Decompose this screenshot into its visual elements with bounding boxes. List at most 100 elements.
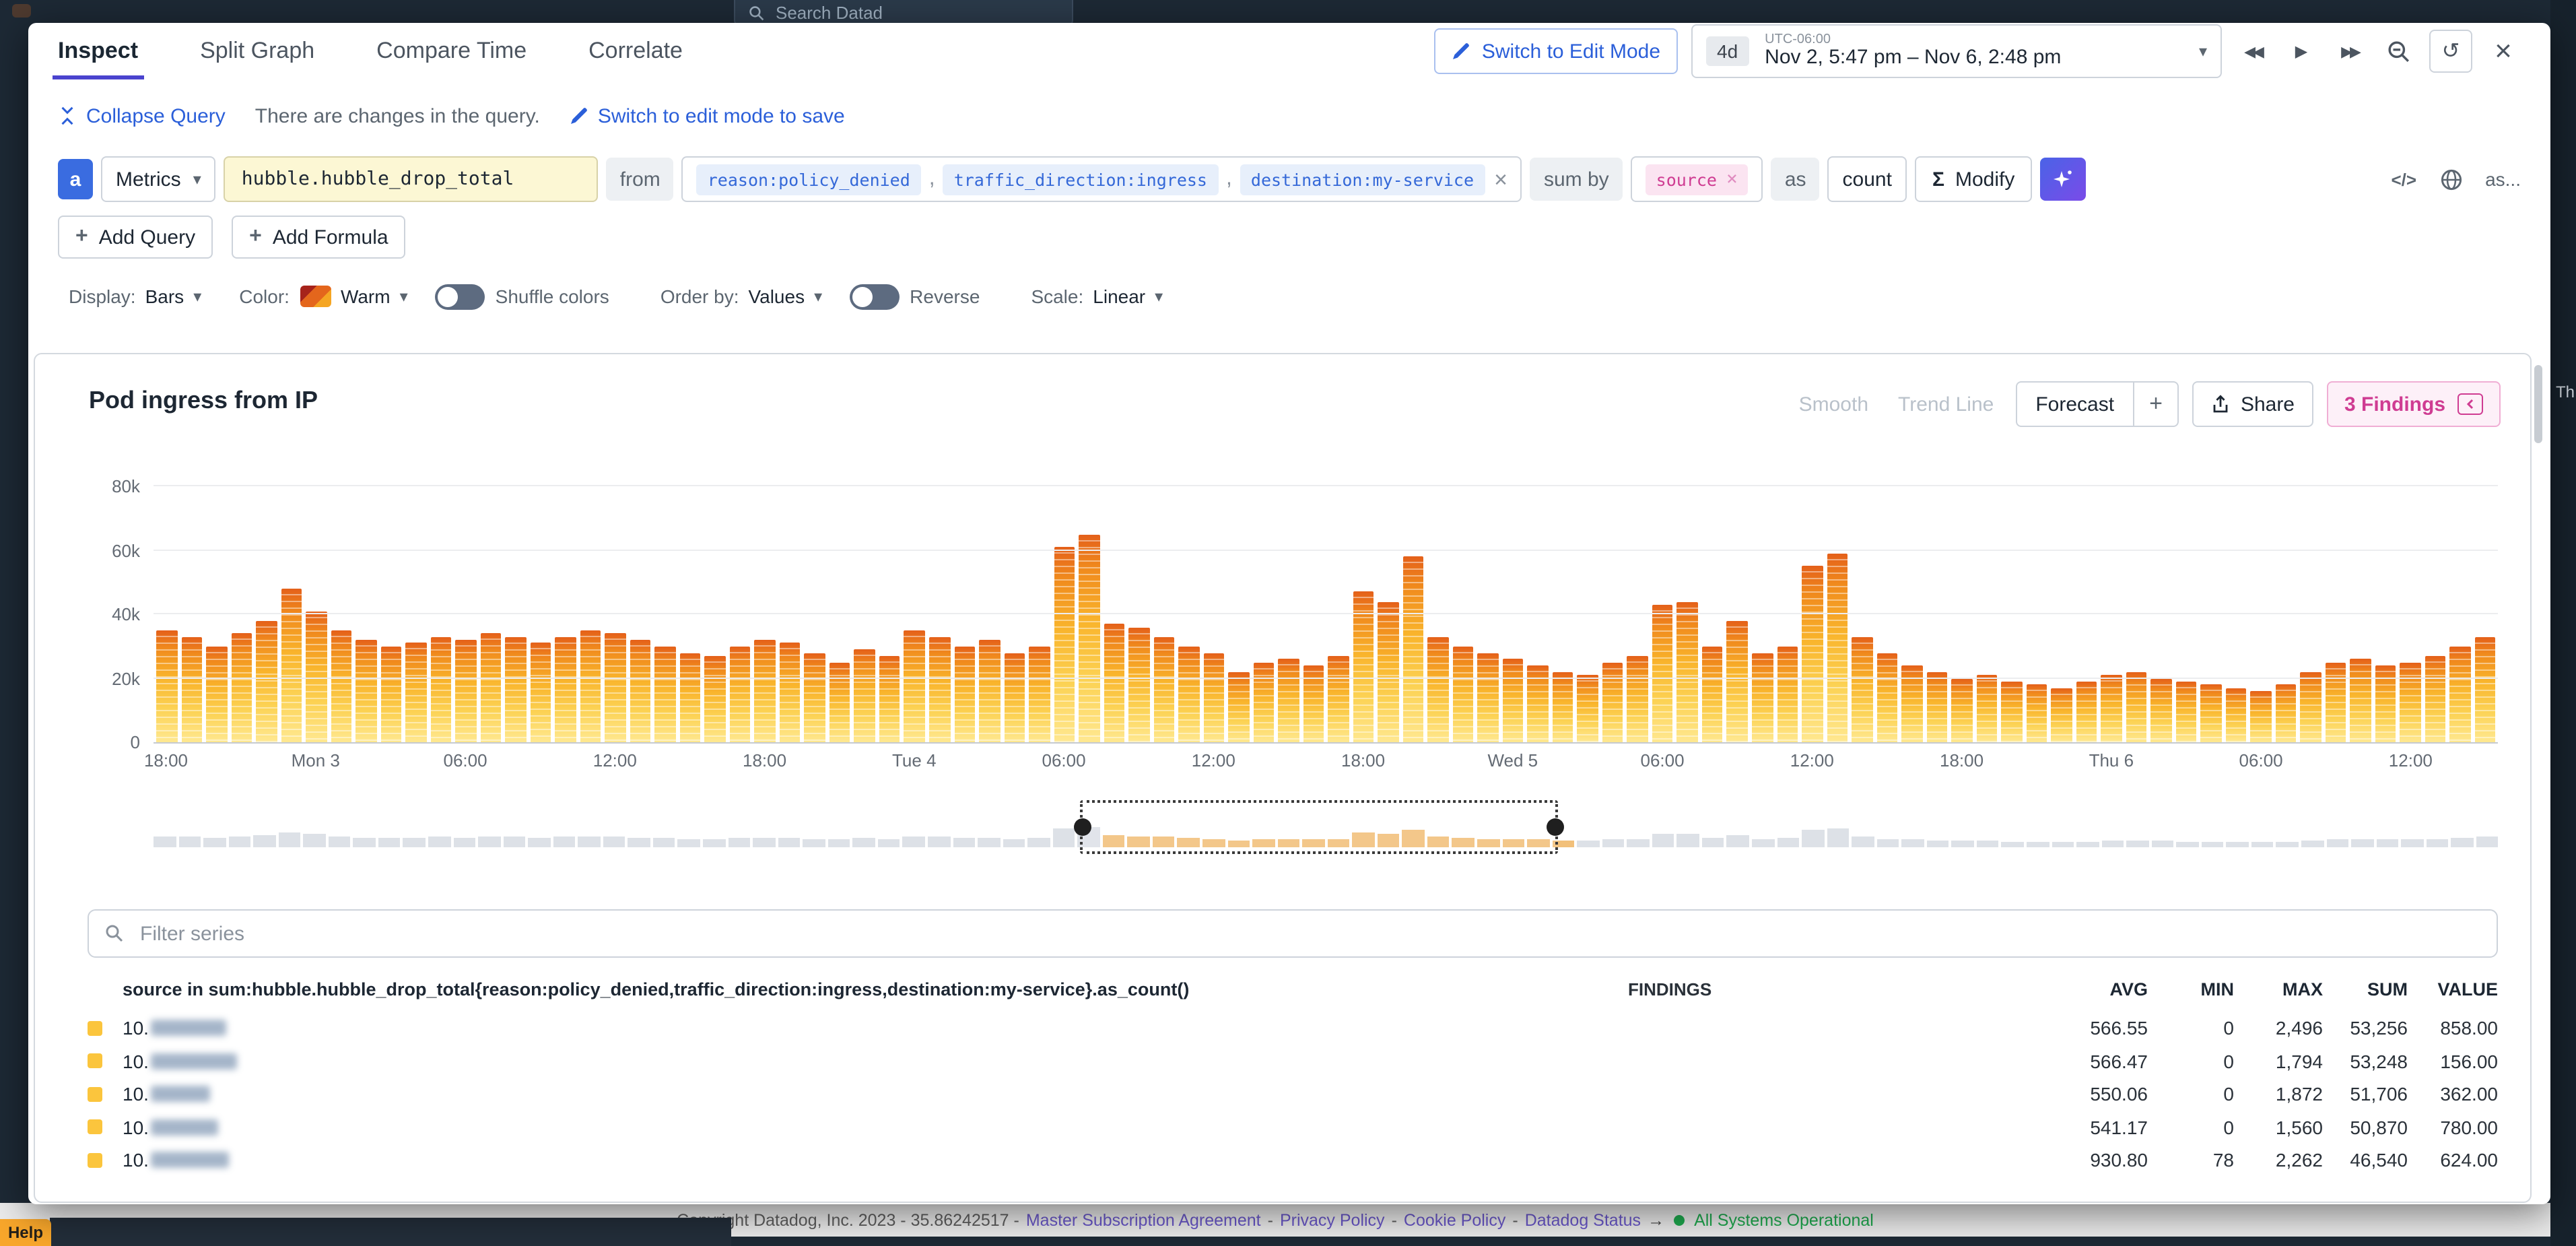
chart-bar[interactable] — [705, 656, 726, 742]
chart-bar[interactable] — [281, 589, 302, 742]
chart-bar[interactable] — [904, 630, 925, 742]
switch-edit-save-link[interactable]: Switch to edit mode to save — [570, 104, 845, 127]
chart-bar[interactable] — [580, 630, 601, 742]
reset-zoom-button[interactable]: ↺ — [2429, 30, 2472, 73]
value-column-header[interactable]: VALUE — [2408, 979, 2498, 999]
chart-bar[interactable] — [2450, 647, 2471, 743]
chart-bar[interactable] — [979, 640, 1000, 742]
smooth-button[interactable]: Smooth — [1791, 393, 1876, 416]
chart-bar[interactable] — [1054, 547, 1075, 742]
chart-bar[interactable] — [1602, 662, 1623, 742]
series-label[interactable]: 10. — [123, 1051, 1628, 1072]
chart-bar[interactable] — [2301, 672, 2321, 743]
chart-bar[interactable] — [455, 640, 476, 742]
remove-group-tag-button[interactable]: × — [1726, 170, 1738, 189]
chart-bar[interactable] — [1253, 662, 1274, 742]
zoom-out-button[interactable] — [2381, 34, 2416, 69]
chart-bar[interactable] — [2151, 678, 2172, 742]
code-view-button[interactable]: </> — [2391, 169, 2416, 189]
chart-bar[interactable] — [1478, 653, 1499, 742]
chart-bar[interactable] — [879, 656, 900, 742]
chart-bar[interactable] — [1453, 647, 1474, 743]
chart-bar[interactable] — [1029, 647, 1050, 743]
table-row[interactable]: 10.550.0601,87251,706362.00 — [88, 1078, 2498, 1111]
chart-bar[interactable] — [1503, 659, 1524, 743]
chart-bar[interactable] — [780, 643, 801, 742]
max-column-header[interactable]: MAX — [2234, 979, 2323, 999]
chart-bar[interactable] — [1378, 601, 1399, 742]
chart-bar[interactable] — [1752, 653, 1773, 742]
chart-bar[interactable] — [2101, 675, 2122, 742]
step-back-button[interactable]: ◀◀ — [2235, 34, 2270, 69]
series-label[interactable]: 10. — [123, 1150, 1628, 1171]
chart-bar[interactable] — [1178, 647, 1199, 743]
collapse-query-button[interactable]: Collapse Query — [58, 104, 226, 127]
clear-filters-button[interactable]: × — [1494, 168, 1507, 191]
tab-compare-time[interactable]: Compare Time — [376, 23, 527, 79]
chart-bar[interactable] — [1428, 636, 1449, 742]
trend-line-button[interactable]: Trend Line — [1890, 393, 2002, 416]
order-by-select[interactable]: Values ▾ — [739, 286, 823, 307]
reverse-toggle[interactable] — [849, 284, 899, 309]
chart-bar[interactable] — [2251, 691, 2272, 742]
chart-bar[interactable] — [1976, 675, 1997, 742]
data-source-select[interactable]: Metrics ▾ — [101, 156, 216, 202]
chart-bar[interactable] — [2400, 662, 2421, 742]
chart-bar[interactable] — [1802, 566, 1823, 742]
chart-bar[interactable] — [1553, 672, 1573, 743]
chart-bar[interactable] — [1228, 672, 1249, 743]
chart-bar[interactable] — [1578, 675, 1598, 742]
chart-bar[interactable] — [380, 647, 401, 743]
group-by-tag[interactable]: source × — [1646, 164, 1749, 195]
sum-column-header[interactable]: SUM — [2323, 979, 2408, 999]
switch-to-edit-mode-button[interactable]: Switch to Edit Mode — [1435, 28, 1678, 74]
chart-bar[interactable] — [605, 634, 626, 743]
footer-link[interactable]: Datadog Status — [1525, 1210, 1641, 1229]
chart-bar[interactable] — [1328, 656, 1349, 742]
chart-bar[interactable] — [1079, 534, 1099, 742]
chart-bar[interactable] — [1852, 636, 1872, 742]
chart-bar[interactable] — [430, 636, 451, 742]
footer-link[interactable]: Cookie Policy — [1404, 1210, 1505, 1229]
chart-bar[interactable] — [530, 643, 551, 742]
chart-bar[interactable] — [2201, 685, 2222, 743]
forecast-button[interactable]: Forecast — [2016, 383, 2133, 426]
footer-link[interactable]: Master Subscription Agreement — [1026, 1210, 1261, 1229]
chart-bar[interactable] — [2001, 682, 2022, 742]
chart-bar[interactable] — [1652, 605, 1673, 742]
chart-bar[interactable] — [181, 636, 202, 742]
display-type-select[interactable]: Bars ▾ — [136, 286, 202, 307]
chart-bar[interactable] — [1876, 653, 1897, 742]
chart-bar[interactable] — [829, 662, 850, 742]
table-row[interactable]: 10.541.1701,56050,870780.00 — [88, 1111, 2498, 1144]
table-row[interactable]: 10.930.80782,26246,540624.00 — [88, 1144, 2498, 1177]
chart-bar[interactable] — [1951, 678, 1972, 742]
chart-bar[interactable] — [2076, 682, 2097, 742]
chart-bar[interactable] — [1353, 592, 1374, 742]
findings-button[interactable]: 3 Findings — [2327, 381, 2501, 427]
aggregator-select[interactable]: count — [1828, 156, 1907, 202]
chart-bar[interactable] — [755, 640, 776, 742]
chart-bar[interactable] — [156, 630, 177, 742]
chart-bar[interactable] — [2276, 685, 2297, 743]
tab-inspect[interactable]: Inspect — [58, 23, 138, 79]
chart-bar[interactable] — [2326, 662, 2346, 742]
chart-bar[interactable] — [405, 643, 426, 742]
color-palette-select[interactable]: Warm ▾ — [290, 286, 408, 307]
chart-bar[interactable] — [1403, 557, 1424, 743]
shuffle-colors-toggle[interactable] — [435, 284, 485, 309]
chart-bar[interactable] — [2051, 688, 2072, 742]
series-label[interactable]: 10. — [123, 1018, 1628, 1039]
group-by-field[interactable]: source × — [1631, 156, 1763, 202]
chart-bar[interactable] — [929, 636, 950, 742]
play-button[interactable]: ▶ — [2284, 34, 2319, 69]
modify-button[interactable]: Σ Modify — [1915, 156, 2032, 202]
add-query-button[interactable]: + Add Query — [58, 216, 213, 259]
chart-bar[interactable] — [2226, 688, 2247, 742]
chart-bar[interactable] — [954, 647, 975, 743]
chart-bar[interactable] — [1926, 672, 1947, 743]
table-row[interactable]: 10.566.4701,79453,248156.00 — [88, 1045, 2498, 1078]
overview-brush[interactable] — [154, 807, 2498, 847]
help-button[interactable]: Help — [0, 1219, 51, 1246]
chart-bar[interactable] — [2350, 659, 2371, 743]
